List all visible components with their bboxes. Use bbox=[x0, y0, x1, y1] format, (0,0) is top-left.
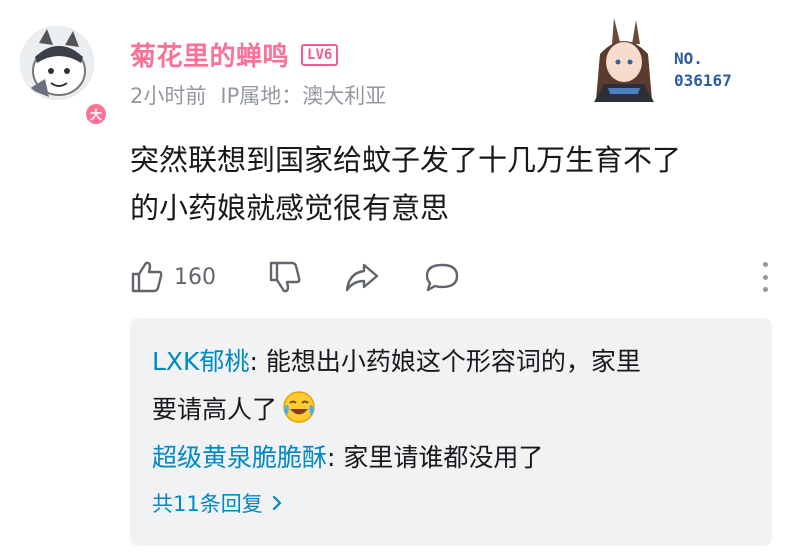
comment-meta: 2小时前 IP属地：澳大利亚 bbox=[130, 80, 386, 110]
comment-icon bbox=[425, 263, 459, 292]
reply-username[interactable]: LXK郁桃 bbox=[152, 347, 249, 376]
garb-number: NO. 036167 bbox=[674, 49, 732, 90]
garb-character-image bbox=[594, 18, 654, 102]
thumbs-up-icon bbox=[131, 261, 163, 293]
reply-item[interactable]: LXK郁桃: 能想出小药娘这个形容词的，家里 要请高人了 bbox=[152, 338, 752, 434]
share-icon bbox=[345, 263, 379, 292]
view-more-replies-link[interactable]: 共11条回复 bbox=[152, 488, 752, 518]
fan-garb-decoration[interactable]: NO. 036167 bbox=[578, 14, 778, 102]
like-count: 160 bbox=[174, 264, 216, 290]
reply-button[interactable] bbox=[424, 260, 460, 294]
thumbs-down-icon bbox=[269, 261, 301, 293]
username[interactable]: 菊花里的蝉鸣 bbox=[130, 36, 289, 73]
replies-panel: LXK郁桃: 能想出小药娘这个形容词的，家里 要请高人了 超级黄泉脆脆酥: 家里… bbox=[130, 318, 772, 546]
laugh-cry-emoji bbox=[283, 391, 315, 423]
comment-header: 菊花里的蝉鸣 LV6 bbox=[130, 36, 339, 73]
action-bar: 160 bbox=[130, 254, 770, 300]
avatar-image bbox=[20, 26, 94, 100]
dislike-button[interactable] bbox=[268, 260, 302, 294]
reply-item[interactable]: 超级黄泉脆脆酥: 家里请谁都没用了 bbox=[152, 434, 752, 482]
level-badge: LV6 bbox=[301, 43, 339, 66]
like-button[interactable]: 160 bbox=[130, 260, 216, 294]
comment-text: 突然联想到国家给蚊子发了十几万生育不了 的小药娘就感觉很有意思 bbox=[130, 143, 682, 225]
vip-badge: 大 bbox=[84, 102, 108, 126]
share-button[interactable] bbox=[344, 260, 380, 294]
reply-username[interactable]: 超级黄泉脆脆酥 bbox=[152, 443, 327, 472]
ip-location: IP属地：澳大利亚 bbox=[220, 84, 387, 108]
avatar[interactable]: 大 bbox=[20, 26, 108, 126]
more-vertical-icon[interactable] bbox=[760, 262, 770, 292]
post-time: 2小时前 bbox=[130, 84, 207, 108]
chevron-right-icon bbox=[272, 495, 281, 511]
